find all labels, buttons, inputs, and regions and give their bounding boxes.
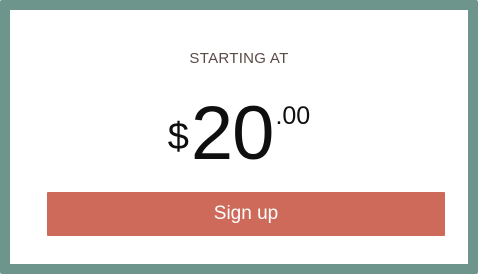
page: STARTING AT $ 20 .00 Sign up [0,0,478,274]
price-currency-symbol: $ [167,116,189,158]
sign-up-button[interactable]: Sign up [47,192,445,236]
starting-at-label: STARTING AT [189,50,289,67]
price-whole-amount: 20 [190,91,275,176]
price-display: $ 20 .00 [10,96,468,176]
price-cents-amount: .00 [275,102,311,130]
pricing-card: STARTING AT $ 20 .00 Sign up [0,0,478,274]
